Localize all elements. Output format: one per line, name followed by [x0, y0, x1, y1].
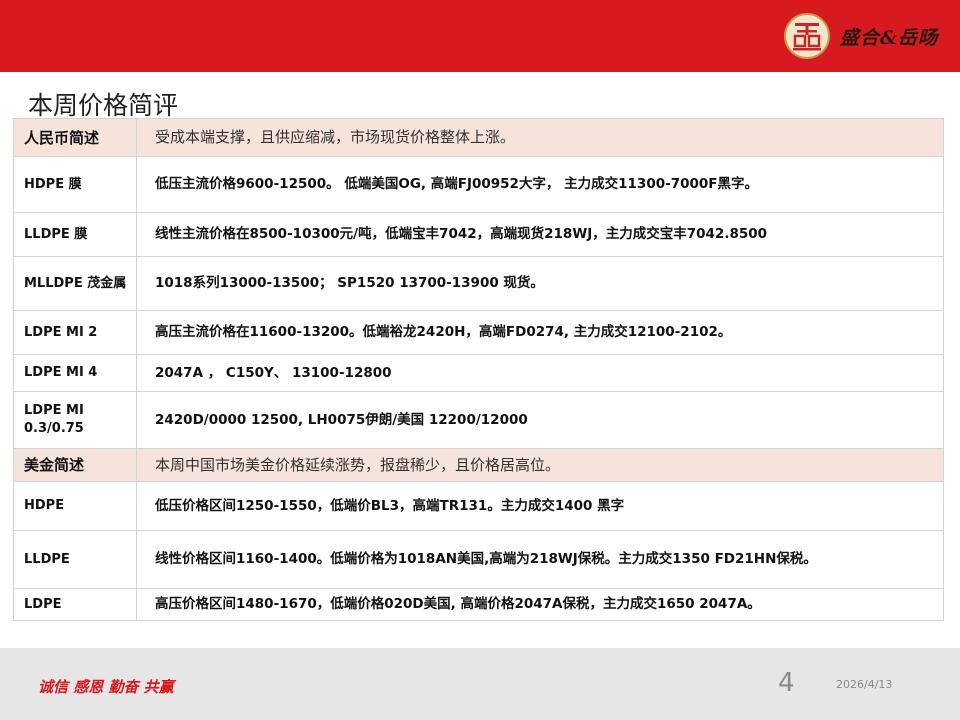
footer-date: 2026/4/13 — [836, 678, 893, 691]
seal-icon — [783, 13, 830, 59]
row-content: 线性价格区间1160-1400。低端价格为1018AN美国,高端为218WJ保税… — [136, 530, 944, 589]
row-content: 受成本端支撑，且供应缩减，市场现货价格整体上涨。 — [136, 118, 944, 157]
row-content: 线性主流价格在8500-10300元/吨，低端宝丰7042，高端现货218WJ，… — [136, 212, 944, 257]
page-number: 4 — [778, 668, 795, 698]
table-row: LDPE 高压价格区间1480-1670，低端价格020D美国, 高端价格204… — [13, 588, 944, 621]
row-label: LDPE MI 2 — [13, 310, 137, 355]
row-label: LDPE MI 4 — [13, 354, 137, 392]
logo-text: 盛合&岳旸 — [839, 26, 938, 49]
row-label: LLDPE — [13, 530, 137, 589]
row-content: 高压价格区间1480-1670，低端价格020D美国, 高端价格2047A保税，… — [136, 588, 944, 621]
table-row: LDPE MI 2 高压主流价格在11600-13200。低端裕龙2420H，高… — [13, 310, 944, 355]
row-label: 人民币简述 — [13, 118, 137, 157]
company-logo: 盛合&岳旸 — [783, 10, 938, 62]
row-label: LDPE — [13, 588, 137, 621]
row-content: 本周中国市场美金价格延续涨势，报盘稀少，且价格居高位。 — [136, 448, 944, 482]
footer-slogan: 诚信 感恩 勤奋 共赢 — [38, 678, 174, 696]
table-row: HDPE 低压价格区间1250-1550，低端价BL3，高端TR131。主力成交… — [13, 481, 944, 531]
row-label: LDPE MI 0.3/0.75 — [13, 391, 137, 449]
table-row: LDPE MI 0.3/0.75 2420D/0000 12500, LH007… — [13, 391, 944, 449]
row-label: LLDPE 膜 — [13, 212, 137, 257]
header-bar: 盛合&岳旸 — [0, 0, 960, 72]
row-label: HDPE — [13, 481, 137, 531]
table-row: LLDPE 线性价格区间1160-1400。低端价格为1018AN美国,高端为2… — [13, 530, 944, 589]
table-row: MLLDPE 茂金属 1018系列13000-13500； SP1520 137… — [13, 256, 944, 311]
table-row: 人民币简述 受成本端支撑，且供应缩减，市场现货价格整体上涨。 — [13, 118, 944, 157]
row-label: 美金简述 — [13, 448, 137, 482]
row-content: 高压主流价格在11600-13200。低端裕龙2420H，高端FD0274, 主… — [136, 310, 944, 355]
table-row: LLDPE 膜 线性主流价格在8500-10300元/吨，低端宝丰7042，高端… — [13, 212, 944, 257]
row-content: 低压价格区间1250-1550，低端价BL3，高端TR131。主力成交1400 … — [136, 481, 944, 531]
table-row: HDPE 膜 低压主流价格9600-12500。 低端美国OG, 高端FJ009… — [13, 156, 944, 213]
row-content: 1018系列13000-13500； SP1520 13700-13900 现货… — [136, 256, 944, 311]
row-content: 低压主流价格9600-12500。 低端美国OG, 高端FJ00952大字， 主… — [136, 156, 944, 213]
row-label: HDPE 膜 — [13, 156, 137, 213]
table-row: 美金简述 本周中国市场美金价格延续涨势，报盘稀少，且价格居高位。 — [13, 448, 944, 482]
price-table: 人民币简述 受成本端支撑，且供应缩减，市场现货价格整体上涨。 HDPE 膜 低压… — [13, 118, 944, 621]
page-title: 本周价格简评 — [28, 91, 179, 120]
row-content: 2420D/0000 12500, LH0075伊朗/美国 12200/1200… — [136, 391, 944, 449]
table-row: LDPE MI 4 2047A ， C150Y、 13100-12800 — [13, 354, 944, 392]
row-content: 2047A ， C150Y、 13100-12800 — [136, 354, 944, 392]
row-label: MLLDPE 茂金属 — [13, 256, 137, 311]
